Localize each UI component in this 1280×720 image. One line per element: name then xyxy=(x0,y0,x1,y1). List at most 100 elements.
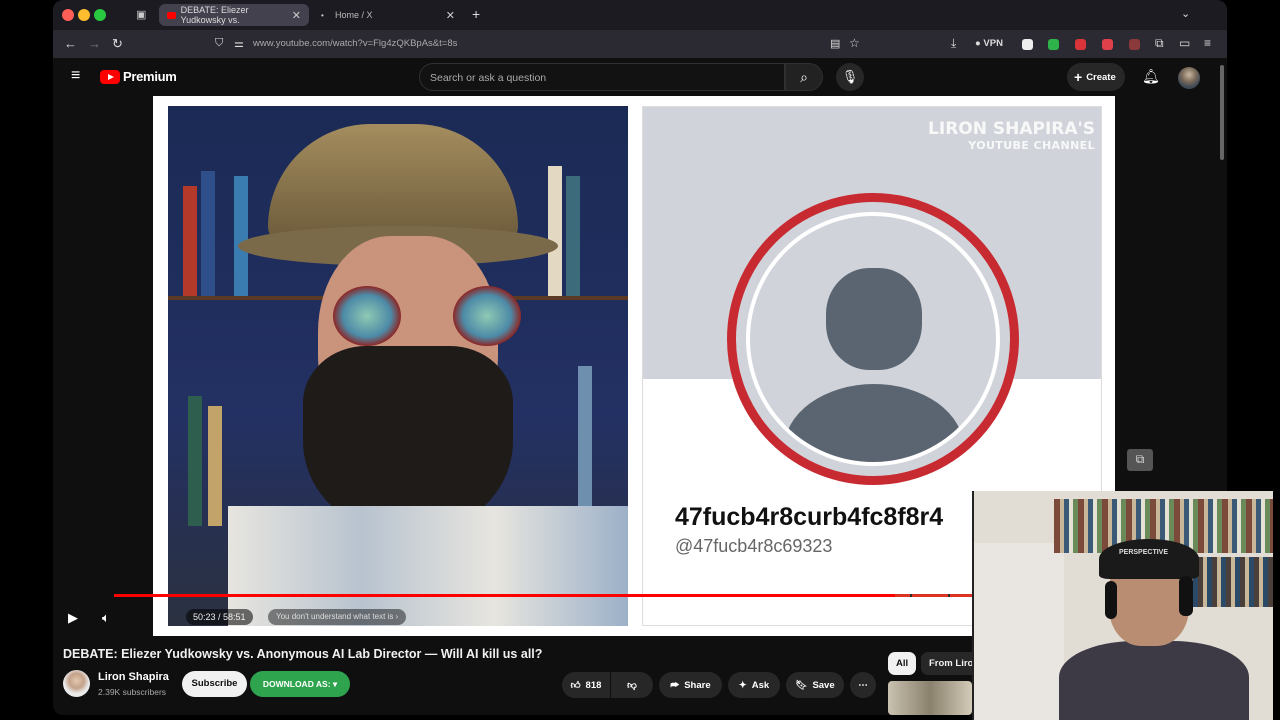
tab-overview-icon[interactable]: ▣ xyxy=(136,8,146,21)
create-label: Create xyxy=(1086,71,1116,83)
voice-search-button[interactable]: 🎙︎ xyxy=(836,63,864,91)
shield-icon[interactable]: ⛉ xyxy=(215,37,223,50)
guest-video-feed xyxy=(168,106,628,626)
close-tab-icon[interactable]: ✕ xyxy=(446,9,455,22)
book xyxy=(566,176,580,296)
vpn-toggle[interactable]: ● VPN xyxy=(975,38,1003,49)
channel-name[interactable]: Liron Shapira xyxy=(98,671,169,683)
extension-abp-icon[interactable] xyxy=(1102,39,1113,50)
close-tab-icon[interactable]: ✕ xyxy=(292,9,301,22)
subscriber-count: 2.39K subscribers xyxy=(98,687,167,697)
doorway xyxy=(974,543,1064,720)
headphone-cup xyxy=(1179,576,1193,616)
plus-icon: + xyxy=(1074,69,1083,85)
share-button[interactable]: ⮫ Share xyxy=(659,672,722,698)
share-label: Share xyxy=(684,679,711,691)
x-favicon-icon: • xyxy=(321,11,324,20)
like-button[interactable]: 👍︎ 818 xyxy=(562,672,610,698)
ask-label: Ask xyxy=(751,679,770,691)
sparkle-icon: ✦ xyxy=(738,679,747,691)
kaleidoscope-goggle xyxy=(453,286,521,346)
related-video-thumbnail[interactable] xyxy=(888,681,972,715)
download-icon[interactable]: ⤓ xyxy=(951,36,956,51)
back-arrow-icon[interactable]: ← xyxy=(64,36,77,51)
youtube-header: ≡ Premium Search or ask a question ⌕ 🎙︎ … xyxy=(53,58,1227,96)
picture-in-picture-icon[interactable]: ▤ xyxy=(830,37,840,50)
avatar-head xyxy=(826,268,922,370)
search-icon: ⌕ xyxy=(800,69,808,85)
close-window-button[interactable] xyxy=(62,9,74,21)
youtube-play-logo-icon xyxy=(100,69,120,84)
cap-logo-text: PERSPECTIVE xyxy=(1119,549,1169,556)
bookmark-icon: 🔖︎ xyxy=(795,679,808,691)
maximize-window-button[interactable] xyxy=(94,9,106,21)
subscribe-button[interactable]: Subscribe xyxy=(182,671,247,697)
more-actions-button[interactable]: ⋯ xyxy=(850,672,876,698)
extension-green-icon[interactable] xyxy=(1048,39,1059,50)
share-arrow-icon: ⮫ xyxy=(670,679,680,691)
kaleidoscope-goggle xyxy=(333,286,401,346)
profile-handle: @47fucb4r8c69323 xyxy=(675,536,833,556)
tab-youtube[interactable]: DEBATE: Eliezer Yudkowsky vs. ✕ xyxy=(159,4,309,26)
download-as-button[interactable]: DOWNLOAD AS: ▾ xyxy=(250,671,350,697)
like-count: 818 xyxy=(585,679,602,691)
avatar-body xyxy=(784,384,964,462)
guide-menu-icon[interactable]: ≡ xyxy=(71,67,80,85)
extension-grid-icon[interactable] xyxy=(1129,39,1140,50)
host-shirt xyxy=(1059,641,1249,720)
microphone-icon: 🎙︎ xyxy=(841,69,859,84)
tab-x[interactable]: • Home / X ✕ xyxy=(313,4,463,26)
more-dots-icon: ⋯ xyxy=(858,679,868,691)
book xyxy=(548,166,562,296)
page-settings-icon[interactable]: ⚌ xyxy=(234,37,244,50)
default-avatar-icon xyxy=(746,212,1000,466)
thumbs-up-icon: 👍︎ xyxy=(570,680,581,691)
address-bar[interactable]: www.youtube.com/watch?v=Flg4zQKBpAs&t=8s xyxy=(253,38,457,49)
dislike-button[interactable]: 👎︎ xyxy=(611,672,653,698)
sidebar-toggle-icon[interactable]: ▭ xyxy=(1179,36,1190,50)
extension-c-icon[interactable] xyxy=(1022,39,1033,50)
chip-all[interactable]: All xyxy=(888,652,917,675)
book xyxy=(183,186,197,296)
page-scrollbar[interactable] xyxy=(1220,65,1224,160)
profile-avatar-ring xyxy=(727,193,1019,485)
miniplayer-icon[interactable]: ⧉ xyxy=(1127,449,1153,471)
search-button[interactable]: ⌕ xyxy=(785,63,823,91)
minimize-window-button[interactable] xyxy=(78,9,90,21)
navigation-bar: ← → ↻ ⛉ ⚌ www.youtube.com/watch?v=Flg4zQ… xyxy=(53,30,1227,58)
save-button[interactable]: 🔖︎ Save xyxy=(786,672,844,698)
video-title: DEBATE: Eliezer Yudkowsky vs. Anonymous … xyxy=(63,647,543,661)
guest-shirt xyxy=(228,506,628,626)
tab-title: DEBATE: Eliezer Yudkowsky vs. xyxy=(180,5,249,25)
play-icon[interactable]: ▶ xyxy=(68,610,78,626)
create-button[interactable]: + Create xyxy=(1067,63,1125,91)
vpn-label: VPN xyxy=(983,38,1003,49)
book xyxy=(208,406,222,526)
watermark-line2: YOUTUBE CHANNEL xyxy=(968,139,1095,152)
channel-avatar[interactable] xyxy=(63,670,90,697)
watermark-line1: LIRON SHAPIRA'S xyxy=(928,119,1095,139)
chapter-title[interactable]: You don't understand what text is › xyxy=(268,609,407,625)
notifications-bell-icon[interactable]: 🔔︎ xyxy=(1142,68,1160,85)
extension-red-icon[interactable] xyxy=(1075,39,1086,50)
headphone-cup xyxy=(1105,581,1117,619)
search-input[interactable]: Search or ask a question xyxy=(419,63,785,91)
account-avatar[interactable] xyxy=(1178,67,1200,89)
new-tab-icon[interactable]: + xyxy=(472,6,480,22)
youtube-logo[interactable]: Premium xyxy=(100,69,177,84)
save-label: Save xyxy=(812,679,835,691)
brand-label: Premium xyxy=(123,69,177,84)
video-player[interactable]: LIRON SHAPIRA'S YOUTUBE CHANNEL 47fucb4r… xyxy=(153,96,1115,636)
book xyxy=(201,171,215,296)
volume-icon[interactable]: 🔈︎ xyxy=(102,610,110,626)
ask-button[interactable]: ✦ Ask xyxy=(728,672,780,698)
menu-hamburger-icon[interactable]: ≡ xyxy=(1204,36,1211,50)
extensions-puzzle-icon[interactable]: ⧉ xyxy=(1155,36,1164,51)
tab-list-chevron-icon[interactable]: ⌄ xyxy=(1181,7,1190,20)
host-cap xyxy=(1099,539,1199,579)
reload-icon[interactable]: ↻ xyxy=(112,36,123,52)
progress-bar[interactable] xyxy=(114,594,1026,597)
forward-arrow-icon[interactable]: → xyxy=(88,36,101,51)
book xyxy=(578,366,592,516)
bookmark-star-icon[interactable]: ☆ xyxy=(849,36,860,50)
